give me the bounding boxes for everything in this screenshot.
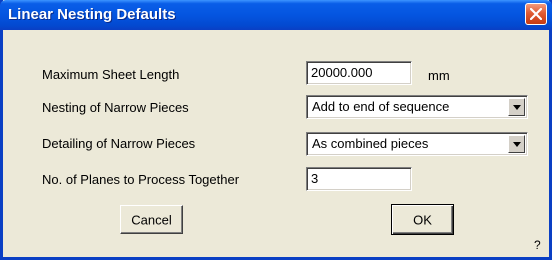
- dialog-window: Linear Nesting Defaults: [0, 0, 552, 260]
- close-button[interactable]: [525, 3, 547, 25]
- detailing-narrow-label: Detailing of Narrow Pieces: [42, 136, 196, 151]
- window-title: Linear Nesting Defaults: [8, 6, 176, 23]
- nesting-narrow-dropdown-button[interactable]: [508, 98, 525, 116]
- planes-together-label: No. of Planes to Process Together: [42, 172, 240, 187]
- max-sheet-length-label: Maximum Sheet Length: [42, 67, 180, 82]
- close-icon: [530, 8, 542, 20]
- chevron-down-icon: [513, 142, 521, 147]
- nesting-narrow-label: Nesting of Narrow Pieces: [42, 100, 189, 115]
- detailing-narrow-value: As combined pieces: [312, 136, 429, 151]
- nesting-narrow-select[interactable]: Add to end of sequence: [306, 95, 528, 119]
- max-sheet-length-unit: mm: [428, 68, 450, 83]
- cancel-button-label: Cancel: [131, 212, 172, 227]
- max-sheet-length-input[interactable]: 20000.000: [306, 61, 412, 85]
- detailing-narrow-dropdown-button[interactable]: [508, 135, 525, 153]
- detailing-narrow-select[interactable]: As combined pieces: [306, 132, 528, 156]
- title-bar[interactable]: Linear Nesting Defaults: [0, 0, 552, 30]
- planes-together-input[interactable]: 3: [306, 167, 412, 191]
- ok-button[interactable]: OK: [391, 204, 454, 235]
- chevron-down-icon: [513, 105, 521, 110]
- help-question-mark[interactable]: ?: [534, 238, 541, 252]
- nesting-narrow-value: Add to end of sequence: [312, 99, 450, 114]
- cancel-button[interactable]: Cancel: [120, 205, 183, 234]
- ok-button-label: OK: [413, 212, 432, 227]
